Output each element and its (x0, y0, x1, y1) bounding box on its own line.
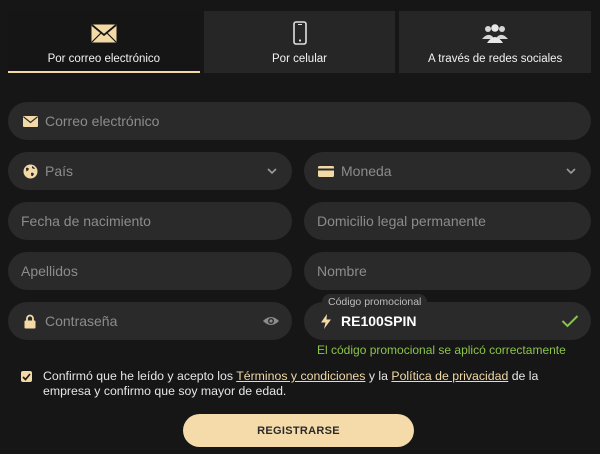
checkmark-icon (561, 315, 579, 328)
email-placeholder: Correo electrónico (45, 113, 160, 129)
phone-icon (286, 20, 314, 46)
tab-phone-label: Por celular (272, 53, 327, 65)
promo-code-value: RE100SPIN (341, 313, 417, 329)
chevron-down-icon (267, 168, 277, 175)
lock-icon (22, 313, 38, 329)
terms-text: Confirmó que he leído y acepto los Térmi… (43, 369, 539, 398)
birthdate-placeholder: Fecha de nacimiento (21, 213, 151, 229)
password-placeholder: Contraseña (45, 313, 118, 329)
privacy-link[interactable]: Política de privacidad (391, 369, 508, 383)
country-select[interactable]: País (8, 152, 292, 190)
tab-social[interactable]: A través de redes sociales (399, 11, 592, 73)
people-icon (481, 20, 509, 46)
currency-placeholder: Moneda (341, 163, 392, 179)
firstname-field[interactable]: Nombre (304, 252, 591, 290)
envelope-icon (22, 113, 38, 129)
tab-phone[interactable]: Por celular (203, 11, 396, 73)
tab-email-label: Por correo electrónico (47, 53, 161, 65)
register-button[interactable]: REGISTRARSE (183, 414, 414, 447)
birthdate-field[interactable]: Fecha de nacimiento (8, 202, 292, 240)
tab-social-label: A través de redes sociales (428, 53, 563, 65)
country-placeholder: País (45, 163, 74, 179)
eye-icon[interactable] (262, 314, 280, 328)
terms-link[interactable]: Términos y condiciones (236, 369, 365, 383)
card-icon (318, 163, 334, 179)
lastname-placeholder: Apellidos (21, 263, 78, 279)
currency-select[interactable]: Moneda (304, 152, 591, 190)
registration-tabs: Por correo electrónico Por celular A tra… (8, 11, 592, 73)
tab-email[interactable]: Por correo electrónico (8, 11, 200, 73)
chevron-down-icon (566, 168, 576, 175)
check-icon (22, 372, 31, 381)
password-field[interactable]: Contraseña (8, 302, 292, 340)
promo-code-label: Código promocional (322, 294, 428, 310)
address-field[interactable]: Domicilio legal permanente (304, 202, 591, 240)
firstname-placeholder: Nombre (317, 263, 367, 279)
lastname-field[interactable]: Apellidos (8, 252, 292, 290)
promo-success-message: El código promocional se aplicó correcta… (317, 343, 566, 357)
envelope-icon (90, 20, 118, 46)
lightning-icon (318, 313, 334, 329)
email-field[interactable]: Correo electrónico (8, 102, 591, 140)
globe-icon (22, 163, 38, 179)
terms-checkbox[interactable] (21, 371, 32, 382)
address-placeholder: Domicilio legal permanente (317, 213, 486, 229)
terms-consent: Confirmó que he leído y acepto los Térmi… (21, 369, 581, 399)
